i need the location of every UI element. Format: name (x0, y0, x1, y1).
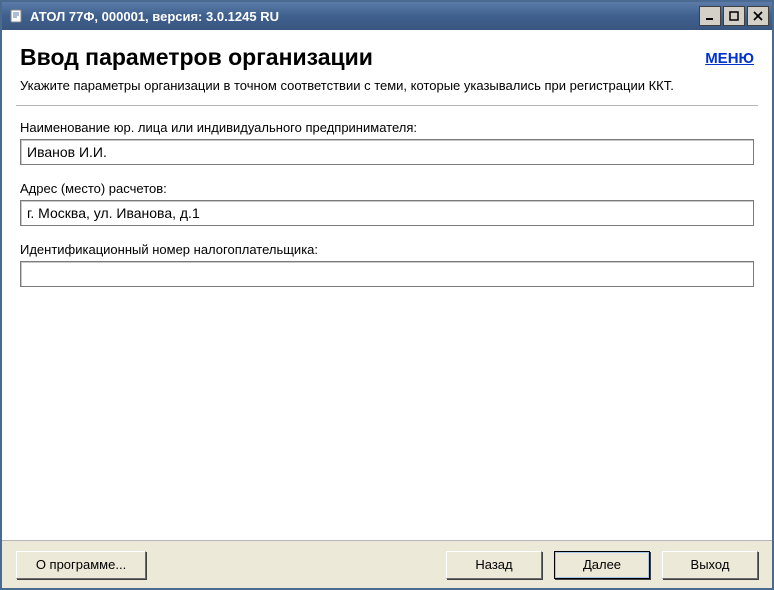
close-button[interactable] (747, 6, 769, 26)
window-title: АТОЛ 77Ф, 000001, версия: 3.0.1245 RU (30, 9, 699, 24)
inn-input[interactable] (20, 261, 754, 287)
address-label: Адрес (место) расчетов: (20, 181, 754, 196)
next-button[interactable]: Далее (554, 551, 650, 579)
client-area: Ввод параметров организации МЕНЮ Укажите… (2, 30, 772, 588)
field-inn: Идентификационный номер налогоплательщик… (20, 242, 754, 287)
minimize-button[interactable] (699, 6, 721, 26)
form: Наименование юр. лица или индивидуальног… (2, 106, 772, 303)
button-bar: О программе... Назад Далее Выход (2, 540, 772, 588)
field-address: Адрес (место) расчетов: (20, 181, 754, 226)
titlebar: АТОЛ 77Ф, 000001, версия: 3.0.1245 RU (2, 2, 772, 30)
about-button[interactable]: О программе... (16, 551, 146, 579)
exit-button[interactable]: Выход (662, 551, 758, 579)
inn-label: Идентификационный номер налогоплательщик… (20, 242, 754, 257)
window-controls (699, 6, 769, 26)
page-subtitle: Укажите параметры организации в точном с… (2, 71, 772, 105)
back-button[interactable]: Назад (446, 551, 542, 579)
maximize-button[interactable] (723, 6, 745, 26)
org-name-input[interactable] (20, 139, 754, 165)
address-input[interactable] (20, 200, 754, 226)
org-name-label: Наименование юр. лица или индивидуальног… (20, 120, 754, 135)
field-org-name: Наименование юр. лица или индивидуальног… (20, 120, 754, 165)
page-title: Ввод параметров организации (20, 44, 373, 71)
app-icon (8, 8, 24, 24)
app-window: АТОЛ 77Ф, 000001, версия: 3.0.1245 RU Вв… (0, 0, 774, 590)
menu-link[interactable]: МЕНЮ (705, 50, 754, 67)
